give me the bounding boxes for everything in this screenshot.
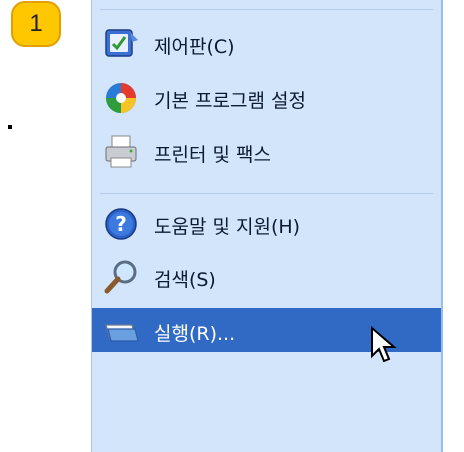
mouse-cursor-icon bbox=[371, 326, 397, 363]
menu-item-label: 실행(R)... bbox=[154, 323, 236, 345]
printer-fax-icon bbox=[105, 135, 137, 168]
menu-item-help-support[interactable]: ? 도움말 및 지원(H) bbox=[92, 201, 441, 245]
panel-edge bbox=[441, 0, 443, 452]
menu-item-label: 검색(S) bbox=[154, 269, 216, 291]
menu-separator bbox=[100, 193, 433, 194]
menu-item-search[interactable]: 검색(S) bbox=[92, 254, 441, 298]
help-icon: ? bbox=[105, 208, 137, 240]
menu-item-default-programs[interactable]: 기본 프로그램 설정 bbox=[92, 75, 441, 119]
menu-item-label: 제어판(C) bbox=[154, 36, 235, 58]
menu-item-label: 기본 프로그램 설정 bbox=[154, 90, 306, 112]
bullet-dot bbox=[8, 125, 12, 129]
menu-item-label: 프린터 및 팩스 bbox=[154, 144, 271, 166]
menu-item-label: 도움말 및 지원(H) bbox=[154, 216, 301, 238]
step-number-badge: 1 bbox=[11, 1, 61, 47]
control-panel-icon bbox=[105, 29, 138, 57]
menu-separator-top bbox=[100, 9, 433, 10]
search-icon bbox=[104, 260, 137, 294]
default-programs-icon bbox=[106, 83, 136, 113]
menu-item-control-panel[interactable]: 제어판(C) bbox=[92, 21, 441, 65]
start-menu-panel: 제어판(C) 기본 프로그램 설정 프린터 및 팩스 ? 도움말 및 지원(H) bbox=[91, 0, 443, 452]
svg-text:?: ? bbox=[115, 212, 127, 236]
menu-item-printers-faxes[interactable]: 프린터 및 팩스 bbox=[92, 129, 441, 173]
run-icon bbox=[105, 324, 139, 342]
